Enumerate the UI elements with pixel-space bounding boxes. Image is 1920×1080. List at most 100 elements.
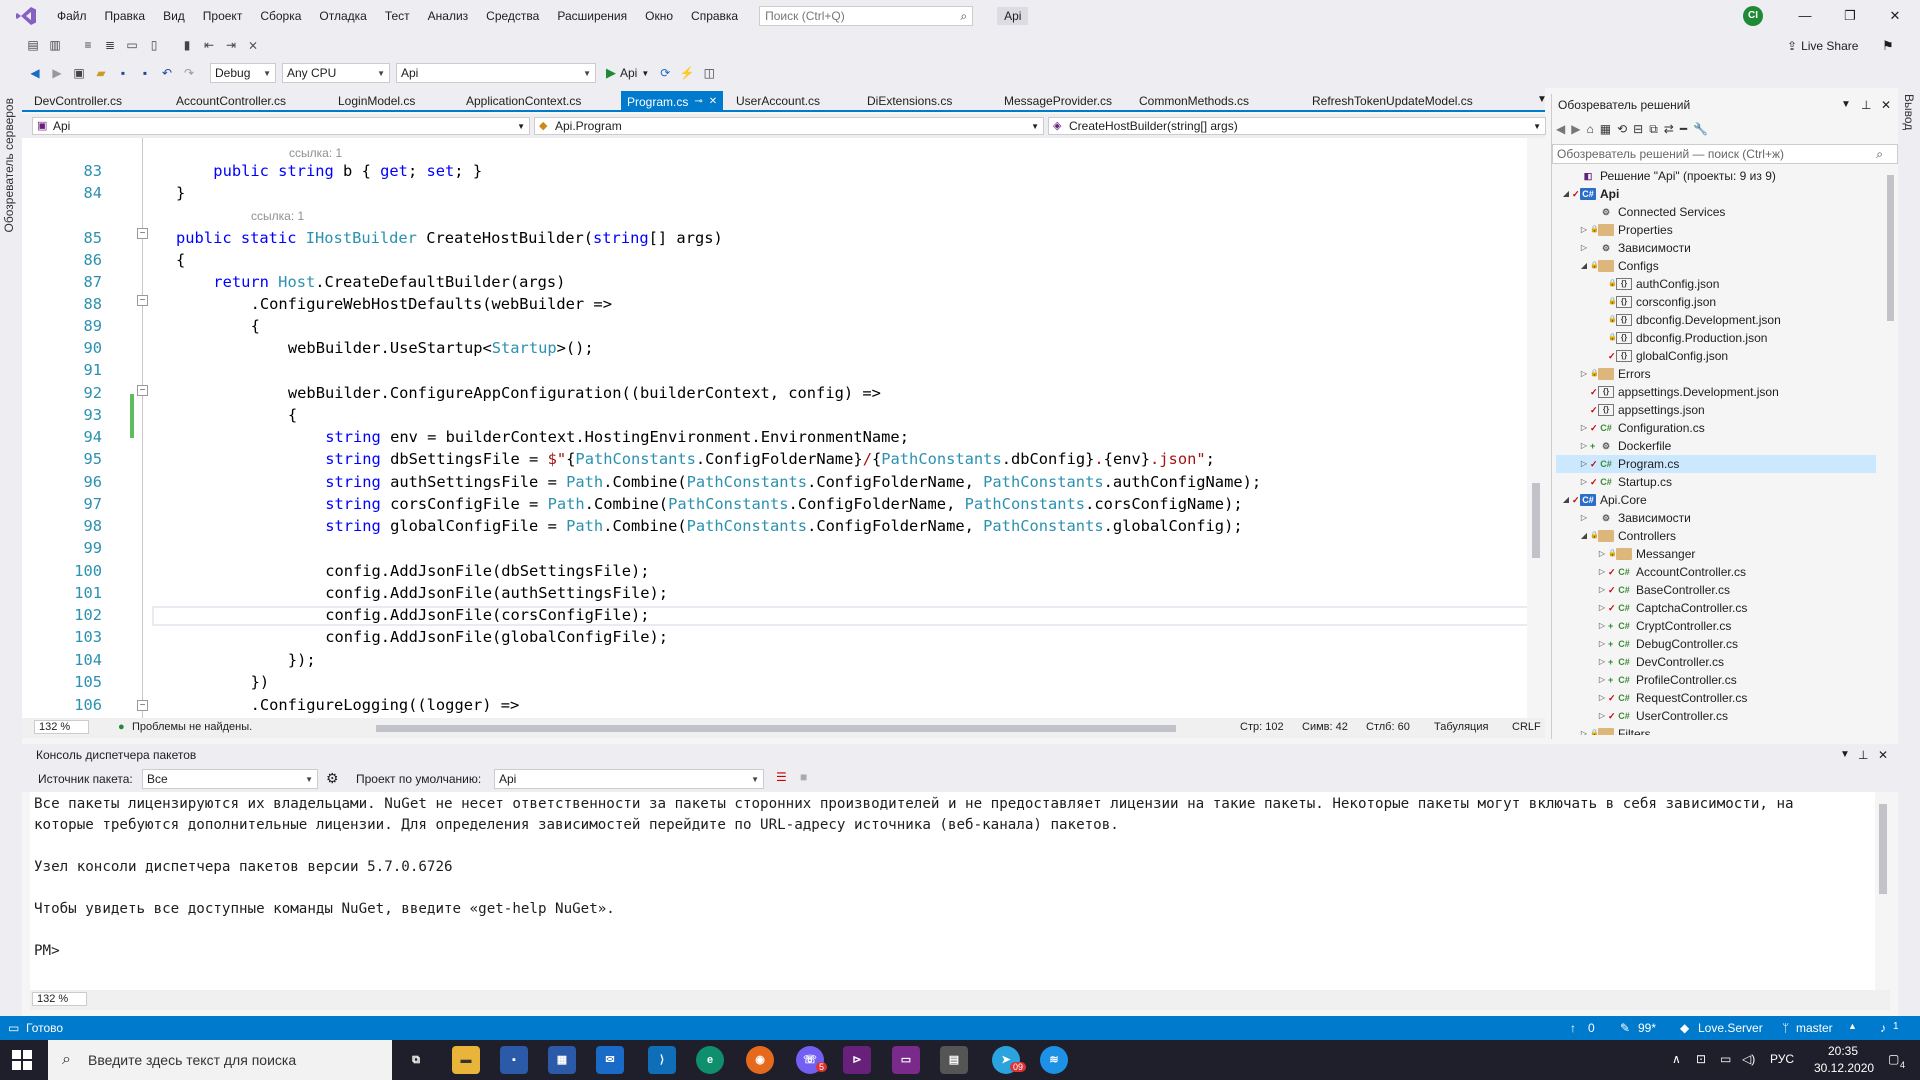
menu-item[interactable]: Окно [636,0,682,32]
tree-node[interactable]: ▷ + C# CryptController.cs [1596,617,1731,635]
tree-node[interactable]: 🔒{} dbconfig.Development.json [1596,311,1781,329]
tabs-indicator[interactable]: Табуляция [1434,721,1488,733]
minus-icon[interactable]: ━ [1680,122,1687,136]
document-tab[interactable]: ApplicationContext.cs [462,92,585,112]
tree-node[interactable]: ▷ ✓ C# UserController.cs [1596,707,1728,725]
expand-chevron-icon[interactable]: ◢ [1560,185,1572,203]
output-tab[interactable]: Вывод [1902,94,1916,130]
editor-zoom-select[interactable]: 132 % [34,720,90,734]
pin-icon[interactable]: ⊥ [1861,98,1871,112]
edge-icon[interactable]: e [696,1046,724,1074]
tree-node[interactable]: ▷ ✓ C# BaseController.cs [1596,581,1730,599]
tree-node[interactable]: ✓{} globalConfig.json [1596,347,1728,365]
visual-studio-taskbar-icon[interactable]: ⊳ [843,1046,871,1074]
expand-chevron-icon[interactable]: ▷ [1596,545,1608,563]
member-nav-select[interactable]: ◈ CreateHostBuilder(string[] args) ▼ [1048,117,1546,135]
comment-icon[interactable]: ▭ [124,37,140,53]
console-zoom-select[interactable]: 132 % [32,992,88,1006]
project-nav-select[interactable]: ▣ Api ▼ [32,117,530,135]
windows-start-button[interactable] [12,1050,32,1070]
collapse-all-icon[interactable]: ⊟ [1633,122,1643,136]
pin-icon[interactable]: ⊥ [1858,744,1868,766]
menu-item[interactable]: Правка [96,0,155,32]
stop-icon[interactable]: ■ [800,770,807,784]
repository-name[interactable]: Love.Server [1698,1021,1763,1035]
action-center-icon[interactable]: ▢ [1888,1052,1899,1066]
tree-node[interactable]: ▷ ✓ C# Program.cs [1556,455,1876,473]
solution-explorer-icon[interactable]: ▤ [25,37,41,53]
server-explorer-tab[interactable]: Обозреватель серверов [2,98,16,232]
firefox-icon[interactable]: ◉ [746,1046,774,1074]
default-project-select[interactable]: Api ▼ [494,769,764,789]
prev-bookmark-icon[interactable]: ⇤ [201,37,217,53]
settings-gear-icon[interactable]: ⚙ [326,770,339,787]
document-tab[interactable]: MessageProvider.cs [1000,92,1116,112]
screenshot-icon[interactable]: ◫ [701,65,717,81]
expand-chevron-icon[interactable]: ▷ [1578,239,1590,257]
live-share-button[interactable]: ⇪ Live Share [1787,39,1858,53]
tree-node[interactable]: 🔒{} authConfig.json [1596,275,1719,293]
solution-explorer-search-input[interactable]: Обозреватель решений — поиск (Ctrl+ж) ⌕ [1552,144,1898,164]
expand-chevron-icon[interactable]: ◢ [1578,257,1590,275]
expand-chevron-icon[interactable]: ◢ [1560,491,1572,509]
expand-chevron-icon[interactable]: ▷ [1596,599,1608,617]
reference-codelens[interactable]: ссылка: 1 [289,146,342,160]
unpushed-commits[interactable]: 0 [1588,1021,1595,1035]
document-tab[interactable]: DevController.cs [30,92,126,112]
scrollbar-thumb[interactable] [1879,804,1887,894]
menu-item[interactable]: Средства [477,0,548,32]
display-icon[interactable]: ▭ [1720,1052,1731,1066]
line-indicator[interactable]: Стр: 102 [1240,721,1284,733]
menu-item[interactable]: Расширения [548,0,636,32]
expand-chevron-icon[interactable]: ◢ [1578,527,1590,545]
switch-views-icon[interactable]: ▦ [1600,122,1611,136]
console-vertical-scrollbar[interactable] [1875,792,1890,990]
clock-time[interactable]: 20:35 [1828,1044,1858,1058]
back-icon[interactable]: ◀ [1556,122,1565,136]
reference-codelens[interactable]: ссылка: 1 [251,209,304,223]
document-tab[interactable]: UserAccount.cs [732,92,824,112]
scrollbar-thumb[interactable] [1887,175,1894,321]
save-app-icon[interactable]: ▪ [500,1046,528,1074]
tab-overflow-icon[interactable]: ▼ [1537,94,1547,105]
panel-menu-icon[interactable]: ▼ [1840,744,1850,766]
eol-indicator[interactable]: CRLF [1512,721,1541,733]
pin-icon[interactable]: ⊸ [694,93,702,111]
language-indicator[interactable]: РУС [1770,1052,1794,1066]
branch-name[interactable]: master [1796,1021,1833,1035]
expand-chevron-icon[interactable]: ▷ [1596,689,1608,707]
close-window-button[interactable]: ✕ [1885,6,1905,26]
tree-node[interactable]: ▷ + ⚙ Dockerfile [1578,437,1671,455]
close-panel-icon[interactable]: ✕ [1878,744,1888,766]
code-editor[interactable]: − − − − ссылка: 1 ссылка: 1 83 public str… [22,138,1545,718]
start-debugging-button[interactable]: ▶ Api ▼ [606,65,649,81]
task-view-icon[interactable]: ⧉ [402,1046,430,1074]
redo-icon[interactable]: ↷ [181,65,197,81]
platform-select[interactable]: Any CPU ▼ [282,63,390,83]
outdent-icon[interactable]: ≣ [102,37,118,53]
tree-node[interactable]: ▷ 🔒 Filters [1578,725,1651,735]
expand-chevron-icon[interactable]: ▷ [1578,419,1590,437]
undo-icon[interactable]: ↶ [159,65,175,81]
pending-changes-count[interactable]: 99* [1638,1021,1656,1035]
visual-studio-logo-icon[interactable] [12,6,40,26]
tree-node[interactable]: ▷ 🔒 Errors [1578,365,1651,383]
new-project-icon[interactable]: ▣ [71,65,87,81]
tree-node[interactable]: ▷ + C# ProfileController.cs [1596,671,1737,689]
chevron-up-icon[interactable]: ∧ [1672,1052,1681,1066]
menu-item[interactable]: Тест [376,0,419,32]
feedback-icon[interactable]: ⚑ [1882,38,1894,54]
menu-item[interactable]: Вид [154,0,194,32]
tree-node[interactable]: ▷ ✓ C# AccountController.cs [1596,563,1746,581]
solution-tree-scrollbar[interactable] [1883,167,1897,735]
class-view-icon[interactable]: ▥ [47,37,63,53]
package-source-select[interactable]: Все ▼ [142,769,318,789]
panel-menu-icon[interactable]: ▼ [1841,99,1851,110]
issues-status[interactable]: Проблемы не найдены. [132,721,252,733]
show-all-files-icon[interactable]: ⧉ [1649,122,1658,137]
expand-chevron-icon[interactable]: ▷ [1596,563,1608,581]
tree-node[interactable]: ▷ ✓ C# CaptchaController.cs [1596,599,1747,617]
tree-node[interactable]: ⚙ Connected Services [1578,203,1725,221]
menu-item[interactable]: Проект [194,0,252,32]
tree-node[interactable]: ▷ ✓ C# Configuration.cs [1578,419,1705,437]
